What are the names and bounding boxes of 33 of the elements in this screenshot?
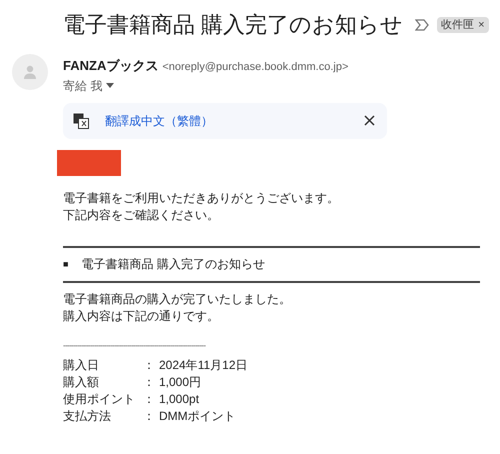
inbox-label-chip[interactable]: 收件匣 × xyxy=(437,17,489,33)
logo-banner xyxy=(57,150,121,176)
dropdown-caret-icon[interactable] xyxy=(106,83,114,88)
close-icon[interactable] xyxy=(364,115,375,126)
detail-colon: ： xyxy=(143,374,156,390)
bullet-mark: ■ xyxy=(63,258,68,270)
detail-colon: ： xyxy=(143,390,156,408)
recipient-text: 寄給 我 xyxy=(63,78,102,94)
greeting-text: 下記内容をご確認ください。 xyxy=(63,206,220,224)
important-marker-icon[interactable] xyxy=(415,19,430,31)
detail-label: 購入額 xyxy=(63,374,100,390)
intro-text: 購入内容は下記の通りです。 xyxy=(63,308,220,324)
remove-label-button[interactable]: × xyxy=(478,17,485,33)
person-icon xyxy=(22,64,38,80)
detail-label: 支払方法 xyxy=(63,408,112,424)
translate-icon[interactable] xyxy=(73,112,89,128)
sender-name: FANZAブックス xyxy=(63,57,158,75)
detail-value: 1,000pt xyxy=(159,390,200,408)
greeting-text: 電子書籍をご利用いただきありがとうございます。 xyxy=(63,190,340,206)
detail-label: 使用ポイント xyxy=(63,390,136,408)
sender-address: <noreply@purchase.book.dmm.co.jp> xyxy=(162,60,348,75)
detail-label: 購入日 xyxy=(63,356,100,374)
detail-colon: ： xyxy=(143,408,156,424)
label-text: 收件匣 xyxy=(441,18,474,33)
email-subject: 電子書籍商品 購入完了のお知らせ xyxy=(63,11,404,39)
detail-value: 2024年11月12日 xyxy=(159,356,248,374)
detail-colon: ： xyxy=(143,356,156,374)
detail-value: DMMポイント xyxy=(159,408,236,424)
separator-line: --------------------------------------------------------------------- xyxy=(63,340,207,350)
section-heading: 電子書籍商品 購入完了のお知らせ xyxy=(81,256,265,272)
intro-text: 電子書籍商品の購入が完了いたしました。 xyxy=(63,290,292,308)
detail-value: 1,000円 xyxy=(159,374,202,390)
translate-link[interactable]: 翻譯成中文（繁體） xyxy=(105,112,213,130)
